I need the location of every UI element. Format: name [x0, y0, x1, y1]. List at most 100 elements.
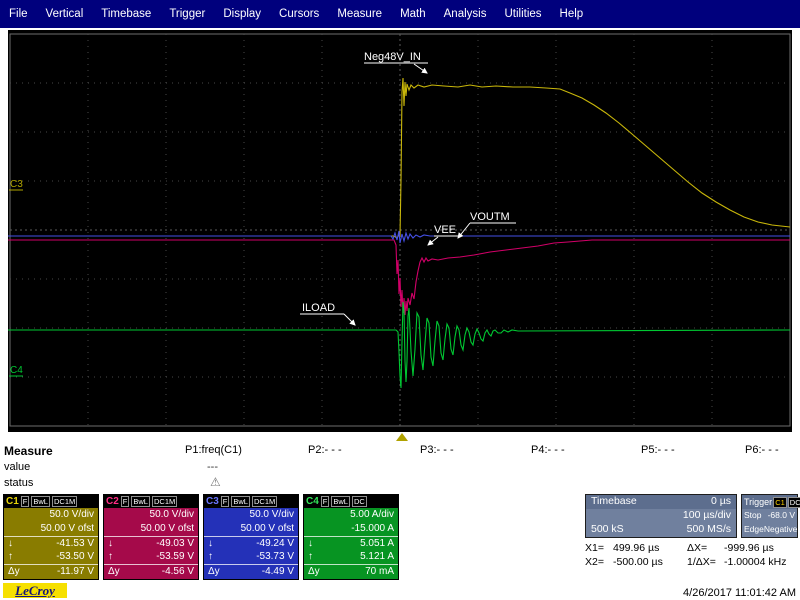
badge-coupling: DC1M: [152, 496, 177, 507]
channel-c3-delta: Δy-4.49 V: [204, 564, 298, 578]
badge-filter: F: [221, 496, 230, 507]
channel-c3-cursor1: ↓-49.24 V: [204, 536, 298, 550]
x1-label: X1=: [585, 541, 613, 555]
menu-trigger[interactable]: Trigger: [160, 0, 214, 28]
badge-filter: F: [21, 496, 30, 507]
lecroy-logo: LeCroy: [3, 583, 67, 598]
channel-c4-cursor1: ↓5.051 A: [304, 536, 398, 550]
channel-c3-scale: 50.0 V/div: [204, 508, 298, 522]
timebase-title: Timebase: [591, 495, 637, 509]
measure-p3[interactable]: P3:- - -: [420, 444, 454, 456]
cursor-up-icon: ↑: [308, 550, 313, 564]
invdx-value: -1.00004 kHz: [724, 555, 798, 569]
badge-bwl: BwL: [331, 496, 350, 507]
channel-c2-offset: 50.00 V ofst: [104, 522, 198, 536]
channel-c2-name: C2: [106, 496, 119, 507]
x2-value: -500.00 µs: [613, 555, 687, 569]
trace-c4-iload: [8, 302, 790, 388]
badge-filter: F: [121, 496, 130, 507]
channel-c1-offset: 50.00 V ofst: [4, 522, 98, 536]
warning-icon: ⚠: [210, 475, 221, 489]
badge-bwl: BwL: [231, 496, 250, 507]
menu-vertical[interactable]: Vertical: [37, 0, 93, 28]
timebase-rate: 500 MS/s: [687, 523, 731, 537]
svg-text:C3: C3: [10, 179, 23, 190]
timebase-scale: 100 µs/div: [683, 509, 731, 523]
channel-marker-c3[interactable]: C3: [9, 179, 23, 190]
channel-c3-cursor2: ↑-53.73 V: [204, 550, 298, 564]
channel-c3-offset: 50.00 V ofst: [204, 522, 298, 536]
annotation-iload: ILOAD: [300, 302, 355, 325]
trigger-time-marker[interactable]: [396, 433, 408, 441]
channel-c1-cursor1: ↓-41.53 V: [4, 536, 98, 550]
label-neg48v: Neg48V_IN: [364, 51, 421, 63]
measure-table: Measure value status P1:freq(C1) --- ⚠ P…: [0, 443, 800, 493]
measure-p1-value: ---: [207, 461, 218, 473]
channel-c4-cursor2: ↑5.121 A: [304, 550, 398, 564]
trigger-mode: Stop: [744, 509, 762, 523]
cursor-down-icon: ↓: [308, 537, 313, 550]
channel-c4-offset: -15.000 A: [304, 522, 398, 536]
channel-box-c3[interactable]: C3 F BwL DC1M 50.0 V/div 50.00 V ofst ↓-…: [203, 494, 299, 580]
measure-p2[interactable]: P2:- - -: [308, 444, 342, 456]
menu-display[interactable]: Display: [214, 0, 270, 28]
value-row-label: value: [4, 461, 30, 473]
invdx-label: 1/ΔX=: [687, 555, 724, 569]
cursor-down-icon: ↓: [208, 537, 213, 550]
badge-bwl: BwL: [131, 496, 150, 507]
label-voutm: VOUTM: [470, 211, 510, 223]
channel-c2-cursor1: ↓-49.03 V: [104, 536, 198, 550]
trigger-slope: Negative: [764, 523, 798, 537]
channel-c1-cursor2: ↑-53.50 V: [4, 550, 98, 564]
label-iload: ILOAD: [302, 302, 335, 314]
channel-box-c4[interactable]: C4 F BwL DC 5.00 A/div -15.000 A ↓5.051 …: [303, 494, 399, 580]
channel-box-c1[interactable]: C1 F BwL DC1M 50.0 V/div 50.00 V ofst ↓-…: [3, 494, 99, 580]
trace-c3-vee: [8, 231, 790, 243]
trace-c1-neg48v: [8, 78, 790, 238]
measure-p6[interactable]: P6:- - -: [745, 444, 779, 456]
badge-coupling: DC1M: [52, 496, 77, 507]
timebase-samples: 500 kS: [591, 523, 624, 537]
trigger-title: Trigger: [744, 496, 772, 509]
x2-label: X2=: [585, 555, 613, 569]
dx-value: -999.96 µs: [724, 541, 798, 555]
trigger-type: Edge: [744, 523, 764, 537]
measure-p4[interactable]: P4:- - -: [531, 444, 565, 456]
timebase-panel[interactable]: Timebase 0 µs 100 µs/div 500 kS 500 MS/s: [585, 494, 737, 538]
menu-math[interactable]: Math: [391, 0, 435, 28]
x1-value: 499.96 µs: [613, 541, 687, 555]
channel-c1-delta: Δy-11.97 V: [4, 564, 98, 578]
waveform-graticule: Neg48V_IN VOUTM VEE ILOAD C3 C4: [8, 30, 792, 432]
cursor-down-icon: ↓: [108, 537, 113, 550]
timebase-offset: 0 µs: [711, 495, 731, 509]
menu-bar: File Vertical Timebase Trigger Display C…: [0, 0, 800, 28]
menu-measure[interactable]: Measure: [328, 0, 391, 28]
menu-timebase[interactable]: Timebase: [92, 0, 160, 28]
dx-label: ΔX=: [687, 541, 724, 555]
trigger-panel[interactable]: Trigger C1 DC Stop -68.0 V Edge Negative: [741, 494, 798, 538]
menu-utilities[interactable]: Utilities: [495, 0, 550, 28]
menu-analysis[interactable]: Analysis: [435, 0, 496, 28]
menu-file[interactable]: File: [0, 0, 37, 28]
trace-c2-voutm: [8, 240, 790, 315]
menu-cursors[interactable]: Cursors: [270, 0, 328, 28]
channel-c4-scale: 5.00 A/div: [304, 508, 398, 522]
measure-p5[interactable]: P5:- - -: [641, 444, 675, 456]
cursor-down-icon: ↓: [8, 537, 13, 550]
trigger-coupling-badge: DC: [788, 497, 800, 508]
menu-help[interactable]: Help: [551, 0, 593, 28]
channel-marker-c4[interactable]: C4: [9, 365, 23, 376]
measure-p1[interactable]: P1:freq(C1): [185, 444, 242, 456]
channel-box-c2[interactable]: C2 F BwL DC1M 50.0 V/div 50.00 V ofst ↓-…: [103, 494, 199, 580]
datetime: 4/26/2017 11:01:42 AM: [683, 587, 796, 599]
channel-c4-delta: Δy70 mA: [304, 564, 398, 578]
cursor-up-icon: ↑: [8, 550, 13, 564]
waveform-plot-area[interactable]: Neg48V_IN VOUTM VEE ILOAD C3 C4: [8, 30, 792, 432]
status-row-label: status: [4, 477, 33, 489]
badge-bwl: BwL: [31, 496, 50, 507]
channel-c1-scale: 50.0 V/div: [4, 508, 98, 522]
annotation-vee: VEE: [428, 224, 460, 245]
badge-filter: F: [321, 496, 330, 507]
annotation-neg48v: Neg48V_IN: [364, 51, 428, 73]
channel-c2-scale: 50.0 V/div: [104, 508, 198, 522]
